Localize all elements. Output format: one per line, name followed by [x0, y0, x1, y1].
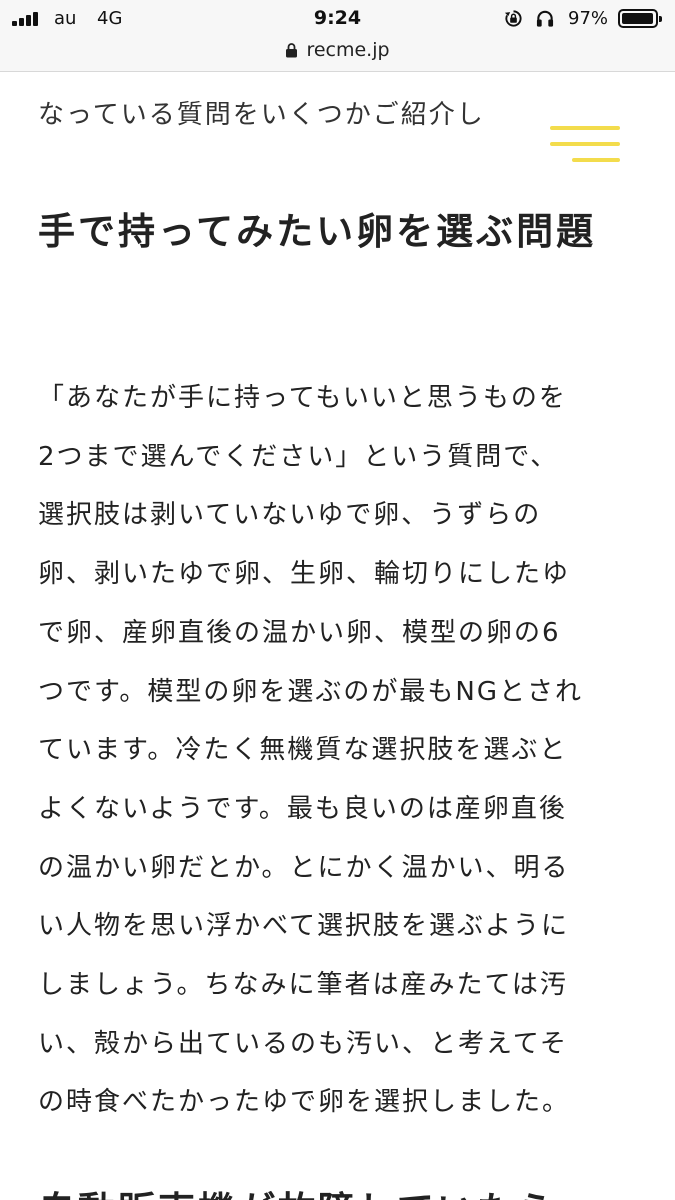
- headphones-icon: [536, 10, 554, 27]
- status-bar: au 4G 9:24 97%: [0, 0, 675, 38]
- menu-line-icon: [572, 158, 620, 162]
- body-line: の時食べたかったゆで卵を選択しました。: [38, 1087, 571, 1118]
- body-line: い、殻から出ているのも汚い、と考えてそ: [38, 1028, 568, 1059]
- battery-percent: 97%: [568, 8, 609, 29]
- body-line: 「あなたが手に持ってもいいと思うものを: [38, 383, 567, 413]
- rotation-lock-icon: [504, 10, 522, 27]
- body-line: よくないようです。最も良いのは産卵直後: [38, 793, 567, 824]
- body-line: で卵、産卵直後の温かい卵、模型の卵の6: [38, 617, 561, 648]
- body-line: しましょう。ちなみに筆者は産みたては汚: [38, 970, 568, 1001]
- page-content[interactable]: なっている質問をいくつかご紹介し 手で持ってみたい卵を選ぶ問題 「あなたが手に持…: [0, 72, 675, 1200]
- intro-text: なっている質問をいくつかご紹介し: [38, 100, 485, 130]
- body-line: 卵、剥いたゆで卵、生卵、輪切りにしたゆ: [38, 559, 571, 590]
- menu-line-icon: [550, 126, 620, 130]
- lock-icon: [286, 43, 298, 58]
- address-bar[interactable]: recme.jp: [0, 38, 675, 72]
- body-line: 2つまで選んでください」という質問で、: [38, 441, 559, 472]
- body-line: つです。模型の卵を選ぶのが最もNGとされ: [38, 676, 583, 707]
- body-line: 選択肢は剥いていないゆで卵、うずらの: [38, 500, 542, 531]
- section-heading: 手で持ってみたい卵を選ぶ問題: [38, 210, 597, 253]
- battery-fill: [622, 13, 653, 24]
- hamburger-menu-button[interactable]: [546, 122, 626, 168]
- battery-icon: [618, 9, 662, 28]
- body-line: い人物を思い浮かべて選択肢を選ぶように: [38, 911, 569, 942]
- body-line: ています。冷たく無機質な選択肢を選ぶと: [38, 735, 568, 766]
- next-section-heading: 自動販売機が故障していたら: [38, 1180, 658, 1200]
- url-text: recme.jp: [306, 39, 390, 61]
- body-line: の温かい卵だとか。とにかく温かい、明る: [38, 852, 570, 883]
- article-body: 「あなたが手に持ってもいいと思うものを 2つまで選んでください」という質問で、 …: [38, 369, 643, 1132]
- menu-line-icon: [550, 142, 620, 146]
